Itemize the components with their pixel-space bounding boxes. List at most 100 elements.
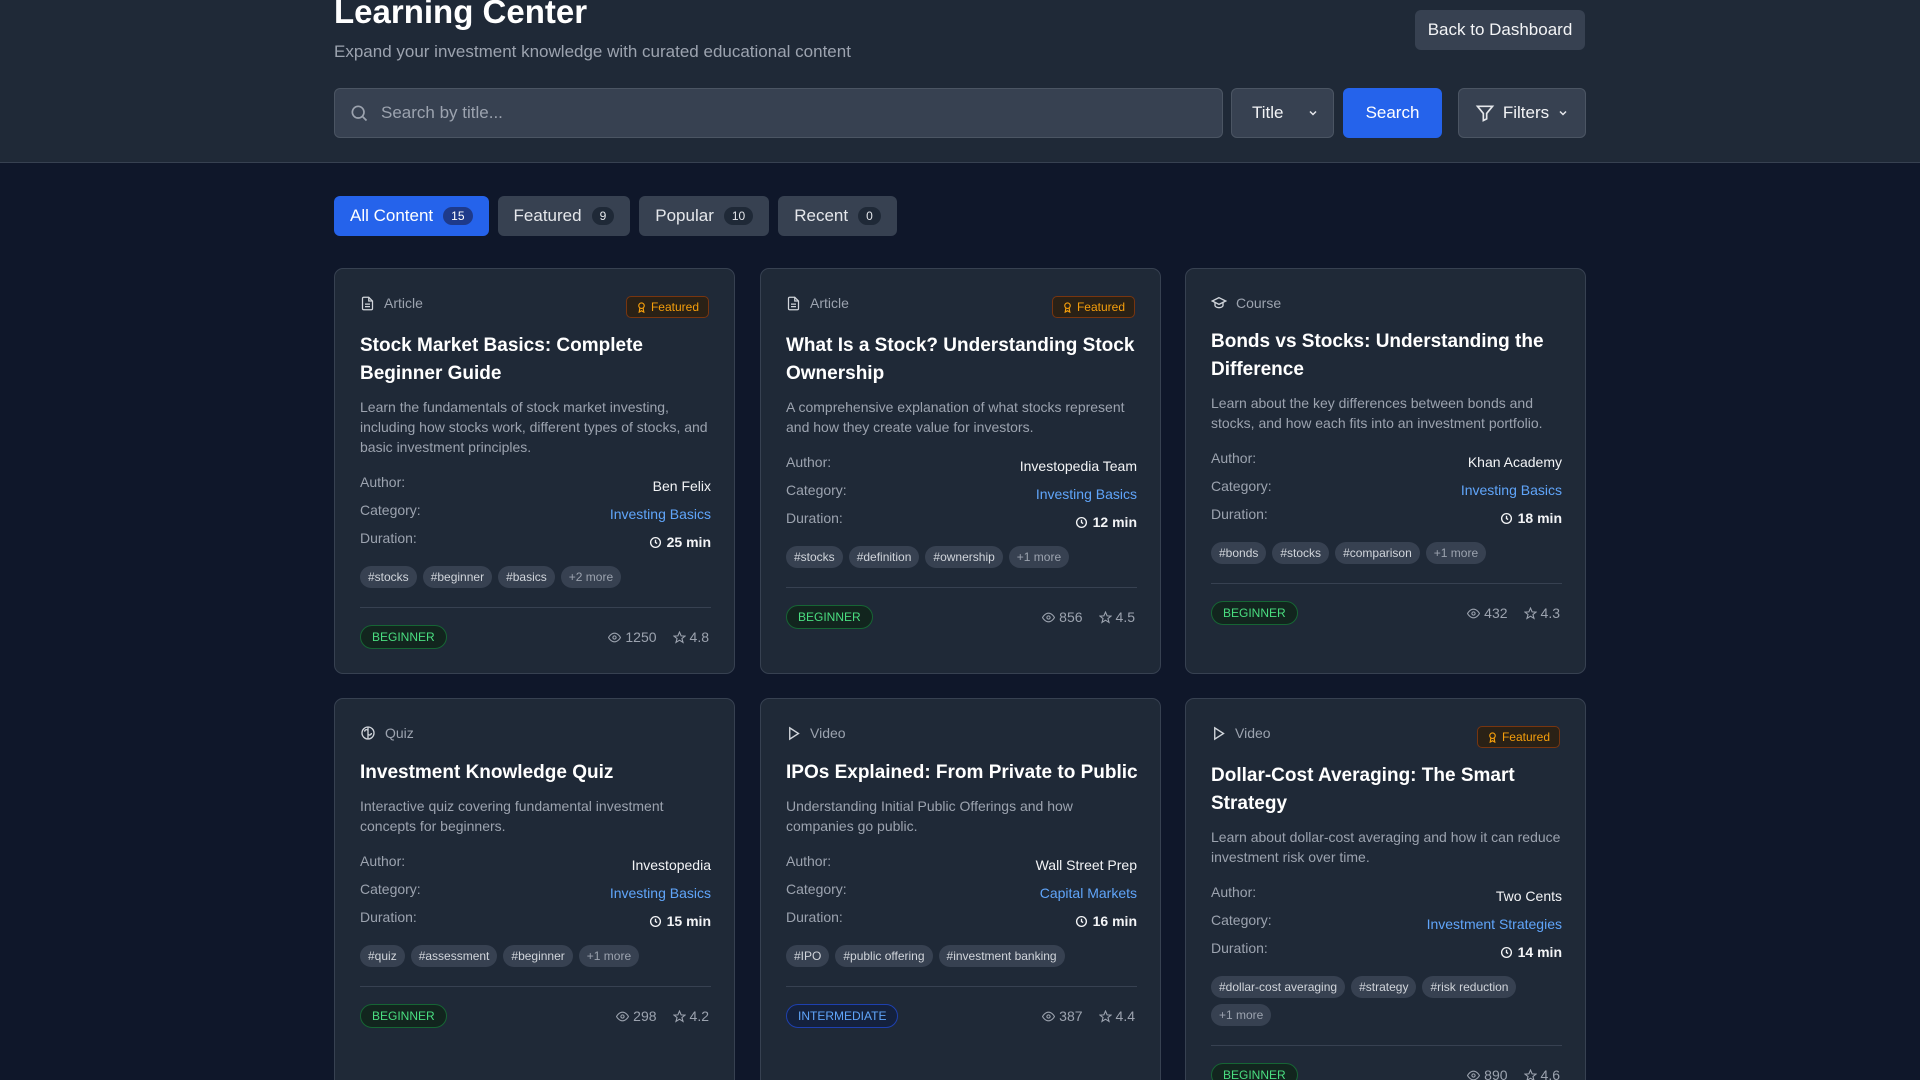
back-to-dashboard-button[interactable]: Back to Dashboard [1415, 10, 1585, 50]
card-title[interactable]: Dollar-Cost Averaging: The Smart Strateg… [1211, 762, 1566, 818]
filter-icon [1475, 105, 1495, 122]
card-title[interactable]: Stock Market Basics: Complete Beginner G… [360, 332, 715, 388]
document-icon [787, 296, 800, 310]
tag[interactable]: #public offering [835, 945, 933, 967]
tag[interactable]: #strategy [1351, 976, 1417, 998]
tag[interactable]: #risk reduction [1422, 976, 1517, 998]
level-badge: BEGINNER [1211, 601, 1298, 625]
card-title[interactable]: IPOs Explained: From Private to Public [786, 759, 1141, 787]
more-tags[interactable]: +1 more [1425, 542, 1487, 564]
page-title: Learning Center [334, 0, 588, 30]
views-count: 432 [1484, 605, 1508, 621]
tab-popular[interactable]: Popular 10 [639, 196, 770, 236]
brain-icon [361, 726, 375, 740]
star-icon [672, 1009, 686, 1023]
category-link[interactable]: Investing Basics [610, 500, 711, 528]
card-type: Article [360, 295, 423, 311]
more-tags[interactable]: +1 more [1211, 1004, 1272, 1026]
duration-text: 14 min [1517, 944, 1562, 960]
search-button[interactable]: Search [1343, 88, 1442, 138]
rating-value: 4.4 [1115, 1008, 1135, 1024]
card-description: Learn about dollar-cost averaging and ho… [1211, 829, 1561, 865]
clock-icon [1075, 516, 1087, 528]
author-label: Author: [1211, 450, 1257, 466]
category-link[interactable]: Investment Strategies [1427, 910, 1562, 938]
category-link[interactable]: Investing Basics [1036, 480, 1137, 508]
tag[interactable]: #bonds [1211, 542, 1267, 564]
author-value: Khan Academy [1467, 454, 1562, 470]
card-description: Understanding Initial Public Offerings a… [786, 798, 1073, 834]
search-field-select[interactable]: Title [1231, 88, 1334, 138]
tab-count: 15 [443, 207, 473, 225]
card-meta: Author: Two Cents Category: Investment Str… [1211, 882, 1562, 966]
category-label: Category: [360, 881, 421, 897]
tag[interactable]: #assessment [410, 945, 498, 967]
card-type: Video [1211, 725, 1271, 741]
filters-button[interactable]: Filters [1458, 88, 1586, 138]
content-card[interactable]: Article Featured What Is a Stock? Unders… [760, 268, 1161, 674]
tag[interactable]: #beginner [422, 566, 493, 588]
card-type-label: Article [810, 295, 849, 311]
tag[interactable]: #ownership [925, 546, 1003, 568]
card-title[interactable]: Investment Knowledge Quiz [360, 759, 715, 787]
tag[interactable]: #beginner [503, 945, 573, 967]
card-type-label: Video [1235, 725, 1271, 741]
more-tags[interactable]: +1 more [578, 945, 640, 967]
tag[interactable]: #stocks [1272, 542, 1330, 564]
tag[interactable]: #stocks [360, 566, 417, 588]
card-title[interactable]: Bonds vs Stocks: Understanding the Diffe… [1211, 328, 1566, 384]
eye-icon [1467, 608, 1481, 618]
card-meta: Author: Investopedia Team Category: Invest… [786, 452, 1137, 536]
clock-icon [1075, 915, 1087, 927]
star-icon [1098, 1009, 1112, 1023]
tab-recent[interactable]: Recent 0 [778, 196, 897, 236]
tag[interactable]: #IPO [786, 945, 830, 967]
tab-all-content[interactable]: All Content 15 [334, 196, 489, 236]
content-card[interactable]: Course Bonds vs Stocks: Understanding th… [1185, 268, 1586, 674]
search-box[interactable] [334, 88, 1223, 138]
eye-icon [608, 632, 622, 642]
content-card[interactable]: Video Featured Dollar-Cost Averaging: Th… [1185, 698, 1586, 1080]
duration-text: 16 min [1092, 913, 1137, 929]
divider [360, 986, 711, 987]
tag[interactable]: #comparison [1335, 542, 1420, 564]
card-type: Article [786, 295, 849, 311]
tab-label: Featured [513, 206, 582, 225]
views-count: 387 [1059, 1008, 1083, 1024]
clock-icon [649, 915, 661, 927]
tag[interactable]: #definition [848, 546, 920, 568]
tab-featured[interactable]: Featured 9 [497, 196, 631, 236]
level-badge: INTERMEDIATE [786, 1004, 899, 1028]
chevron-down-icon [1559, 110, 1567, 116]
category-link[interactable]: Investing Basics [1461, 476, 1562, 504]
level-badge: BEGINNER [1211, 1063, 1298, 1080]
category-link[interactable]: Investing Basics [610, 879, 711, 907]
more-tags[interactable]: +1 more [1008, 546, 1070, 568]
page-header: Learning Center Expand your investment k… [0, 0, 1920, 163]
category-label: Category: [786, 482, 847, 498]
tab-count: 9 [591, 207, 615, 225]
tag[interactable]: #quiz [360, 945, 405, 967]
duration-value: 12 min [1075, 508, 1137, 536]
content-card[interactable]: Quiz Investment Knowledge Quiz Interacti… [334, 698, 735, 1080]
rating-value: 4.6 [1540, 1067, 1560, 1080]
rating-value: 4.5 [1115, 609, 1135, 625]
content-card[interactable]: Video IPOs Explained: From Private to Pu… [760, 698, 1161, 1080]
tag[interactable]: #investment banking [938, 945, 1065, 967]
card-type: Course [1211, 295, 1281, 311]
tag[interactable]: #basics [498, 566, 555, 588]
featured-badge: Featured [625, 296, 709, 318]
duration-text: 18 min [1517, 510, 1562, 526]
card-title[interactable]: What Is a Stock? Understanding Stock Own… [786, 332, 1141, 388]
card-type: Video [786, 725, 846, 741]
more-tags[interactable]: +2 more [560, 566, 622, 588]
search-input[interactable] [381, 103, 1201, 123]
content-card[interactable]: Article Featured Stock Market Basics: Co… [334, 268, 735, 674]
tag[interactable]: #stocks [786, 546, 843, 568]
star-icon [1098, 610, 1112, 624]
category-link[interactable]: Capital Markets [1040, 879, 1137, 907]
graduation-cap-icon [1211, 296, 1227, 309]
card-stats: 387 4.4 [1042, 1004, 1135, 1028]
clock-icon [1500, 512, 1512, 524]
tag[interactable]: #dollar-cost averaging [1211, 976, 1346, 998]
